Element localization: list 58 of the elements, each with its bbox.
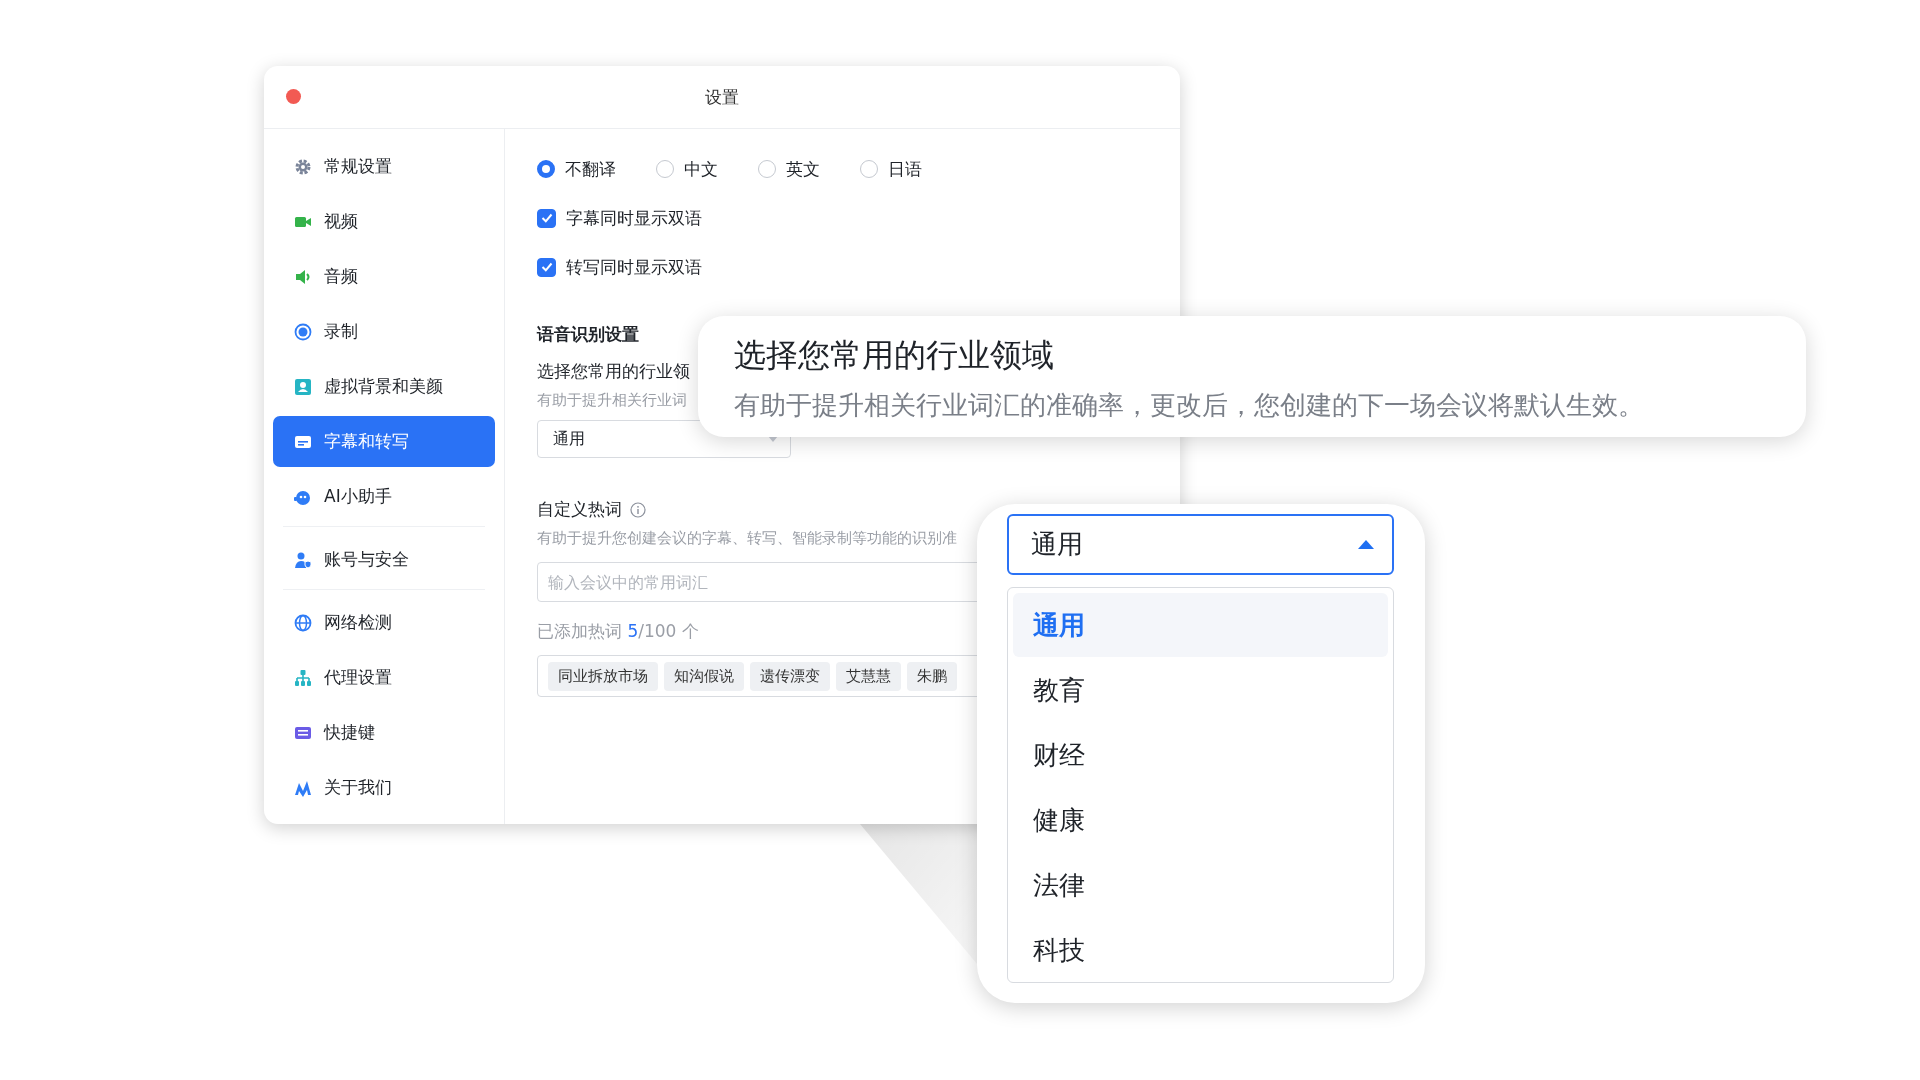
sidebar-item[interactable]: 网络检测	[273, 597, 495, 648]
radio-option[interactable]: 日语	[860, 157, 922, 181]
sidebar-item[interactable]: 录制	[273, 306, 495, 357]
caret-icon	[1358, 540, 1374, 549]
hotword-tag[interactable]: 遗传漂变	[750, 661, 830, 691]
hotword-tag[interactable]: 朱鹏	[907, 661, 957, 691]
close-button[interactable]	[286, 89, 301, 104]
checkmark-icon	[540, 213, 553, 223]
radio-option[interactable]: 英文	[758, 157, 820, 181]
globe-icon	[294, 613, 312, 632]
info-icon	[630, 501, 646, 518]
hint-text: 有助于提升相关行业词	[537, 391, 687, 410]
radio-button[interactable]	[537, 160, 555, 178]
option-label: 日语	[888, 157, 922, 181]
callout-title: 选择您常用的行业领域	[734, 335, 1055, 376]
network-tree-icon	[294, 668, 312, 687]
option-label: 中文	[684, 157, 718, 181]
checkbox-label: 字幕同时显示双语	[566, 206, 702, 230]
radio-option[interactable]: 中文	[656, 157, 718, 181]
sidebar-item[interactable]: 虚拟背景和美颜	[273, 361, 495, 412]
checkbox[interactable]	[537, 257, 556, 277]
gear-icon	[294, 157, 312, 176]
section-heading: 语音识别设置	[537, 323, 639, 346]
industry-select[interactable]: 通用	[1007, 514, 1394, 575]
checkmark-icon	[540, 262, 553, 272]
dropdown-option[interactable]: 健康	[1013, 788, 1388, 852]
sidebar-item[interactable]: 视频	[273, 196, 495, 247]
sidebar-item[interactable]: 音频	[273, 251, 495, 302]
hotword-tag[interactable]: 艾慧慧	[836, 661, 901, 691]
callout-text: 有助于提升相关行业词汇的准确率，更改后，您创建的下一场会议将默认生效。	[734, 389, 1645, 422]
hotword-tag[interactable]: 同业拆放市场	[548, 661, 658, 691]
dropdown-option[interactable]: 法律	[1013, 853, 1388, 917]
checkbox[interactable]	[537, 208, 556, 228]
dropdown-option[interactable]: 财经	[1013, 723, 1388, 787]
portrait-icon	[294, 377, 312, 396]
sidebar-item[interactable]: 账号与安全	[273, 534, 495, 585]
sidebar-item[interactable]: AI小助手	[273, 471, 495, 522]
window-title: 设置	[705, 85, 739, 109]
option-label: 不翻译	[565, 157, 616, 181]
dropdown-option[interactable]: 教育	[1013, 658, 1388, 722]
hotword-tag[interactable]: 知沟假说	[664, 661, 744, 691]
speaker-icon	[294, 267, 312, 286]
dropdown-option[interactable]: 通用	[1013, 593, 1388, 657]
option-label: 英文	[786, 157, 820, 181]
checkbox-label: 转写同时显示双语	[566, 255, 702, 279]
sidebar-item[interactable]: 快捷键	[273, 707, 495, 758]
sidebar-item[interactable]: 常规设置	[273, 141, 495, 192]
field-label: 选择您常用的行业领	[537, 360, 690, 383]
hotword-count: 已添加热词 5/100 个	[537, 620, 699, 643]
sidebar-item[interactable]: 关于我们	[273, 762, 495, 813]
radio-option[interactable]: 不翻译	[537, 157, 616, 181]
field-label: 自定义热词	[537, 498, 622, 521]
sidebar-item[interactable]: 字幕和转写	[273, 416, 495, 467]
dropdown-option[interactable]: 科技	[1013, 918, 1388, 982]
sidebar-item[interactable]: 代理设置	[273, 652, 495, 703]
hint-text: 有助于提升您创建会议的字幕、转写、智能录制等功能的识别准	[537, 529, 957, 548]
record-icon	[294, 322, 312, 341]
user-shield-icon	[294, 550, 312, 569]
